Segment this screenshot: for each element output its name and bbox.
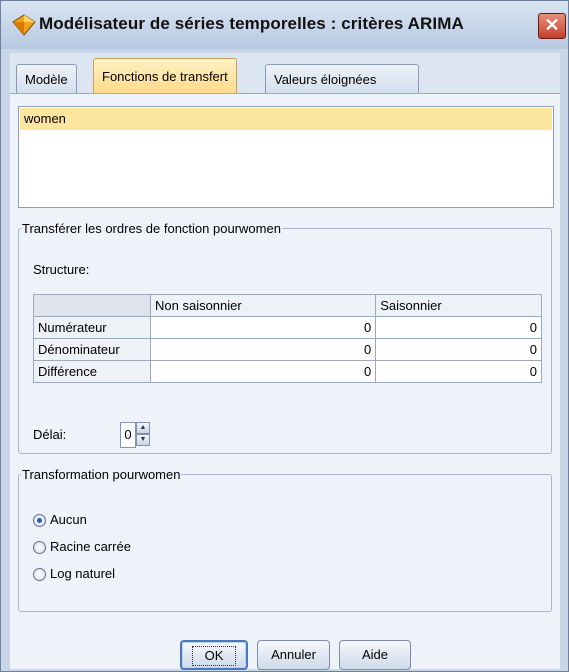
table-corner-header: [33, 294, 151, 317]
cell-numerateur-saisonnier[interactable]: 0: [375, 316, 542, 339]
dialog-window: Modélisateur de séries temporelles : cri…: [0, 0, 569, 672]
col-header-saisonnier: Saisonnier: [375, 294, 542, 317]
table-row: Différence 0 0: [33, 360, 542, 383]
row-header-numerateur: Numérateur: [33, 316, 151, 339]
close-x-icon: ✕: [544, 15, 560, 35]
tab-valeurs-eloignees[interactable]: Valeurs éloignées: [265, 64, 419, 94]
table-row: Dénominateur 0 0: [33, 338, 542, 361]
cell-denominateur-saisonnier[interactable]: 0: [375, 338, 542, 361]
close-button[interactable]: ✕: [538, 13, 566, 39]
row-header-difference: Différence: [33, 360, 151, 383]
title-bar[interactable]: Modélisateur de séries temporelles : cri…: [1, 1, 568, 49]
cell-denominateur-non-saisonnier[interactable]: 0: [149, 338, 377, 361]
window-title: Modélisateur de séries temporelles : cri…: [39, 14, 464, 33]
ok-button[interactable]: OK: [180, 640, 248, 670]
radio-checked-icon: [33, 514, 46, 528]
model-diamond-icon: [12, 14, 36, 36]
transfer-orders-legend: Transférer les ordres de fonction pourwo…: [22, 221, 281, 236]
transformation-group: Transformation pourwomen Aucun Racine ca…: [18, 467, 552, 612]
dialog-client: Modèle Fonctions de transfert Valeurs él…: [10, 53, 560, 670]
transformation-legend: Transformation pourwomen: [22, 467, 181, 482]
radio-racine-carree[interactable]: Racine carrée: [33, 539, 131, 555]
cell-difference-non-saisonnier[interactable]: 0: [149, 360, 377, 383]
radio-aucun[interactable]: Aucun: [33, 512, 87, 528]
cell-numerateur-non-saisonnier[interactable]: 0: [149, 316, 377, 339]
radio-unchecked-icon: [33, 541, 46, 555]
radio-log-naturel[interactable]: Log naturel: [33, 566, 116, 582]
list-item-women[interactable]: women: [20, 108, 552, 130]
ok-button-label: OK: [191, 646, 237, 666]
spin-down-arrow-icon[interactable]: ▼: [136, 434, 150, 446]
delay-spinner-buttons: ▲ ▼: [136, 422, 150, 448]
orders-table: Non saisonnier Saisonnier Numérateur 0 0…: [33, 294, 542, 383]
radio-aucun-label: Aucun: [50, 512, 87, 527]
spin-up-arrow-icon[interactable]: ▲: [136, 422, 150, 434]
row-header-denominateur: Dénominateur: [33, 338, 151, 361]
help-button[interactable]: Aide: [339, 640, 411, 670]
delay-spinner-input[interactable]: 0: [120, 422, 136, 448]
transfer-orders-group: Transférer les ordres de fonction pourwo…: [18, 221, 552, 454]
cancel-button[interactable]: Annuler: [257, 640, 330, 670]
cell-difference-saisonnier[interactable]: 0: [375, 360, 542, 383]
col-header-non-saisonnier: Non saisonnier: [149, 294, 377, 317]
radio-unchecked-icon: [33, 568, 46, 582]
radio-log-naturel-label: Log naturel: [50, 566, 116, 581]
delay-label: Délai:: [33, 427, 67, 442]
tab-fonctions-de-transfert[interactable]: Fonctions de transfert: [93, 58, 237, 94]
structure-label: Structure:: [33, 262, 90, 277]
table-row: Numérateur 0 0: [33, 316, 542, 339]
tab-modele[interactable]: Modèle: [16, 64, 77, 94]
predictor-list[interactable]: women: [18, 106, 554, 208]
tab-panel: women Transférer les ordres de fonction …: [10, 93, 560, 670]
radio-racine-carree-label: Racine carrée: [50, 539, 131, 554]
